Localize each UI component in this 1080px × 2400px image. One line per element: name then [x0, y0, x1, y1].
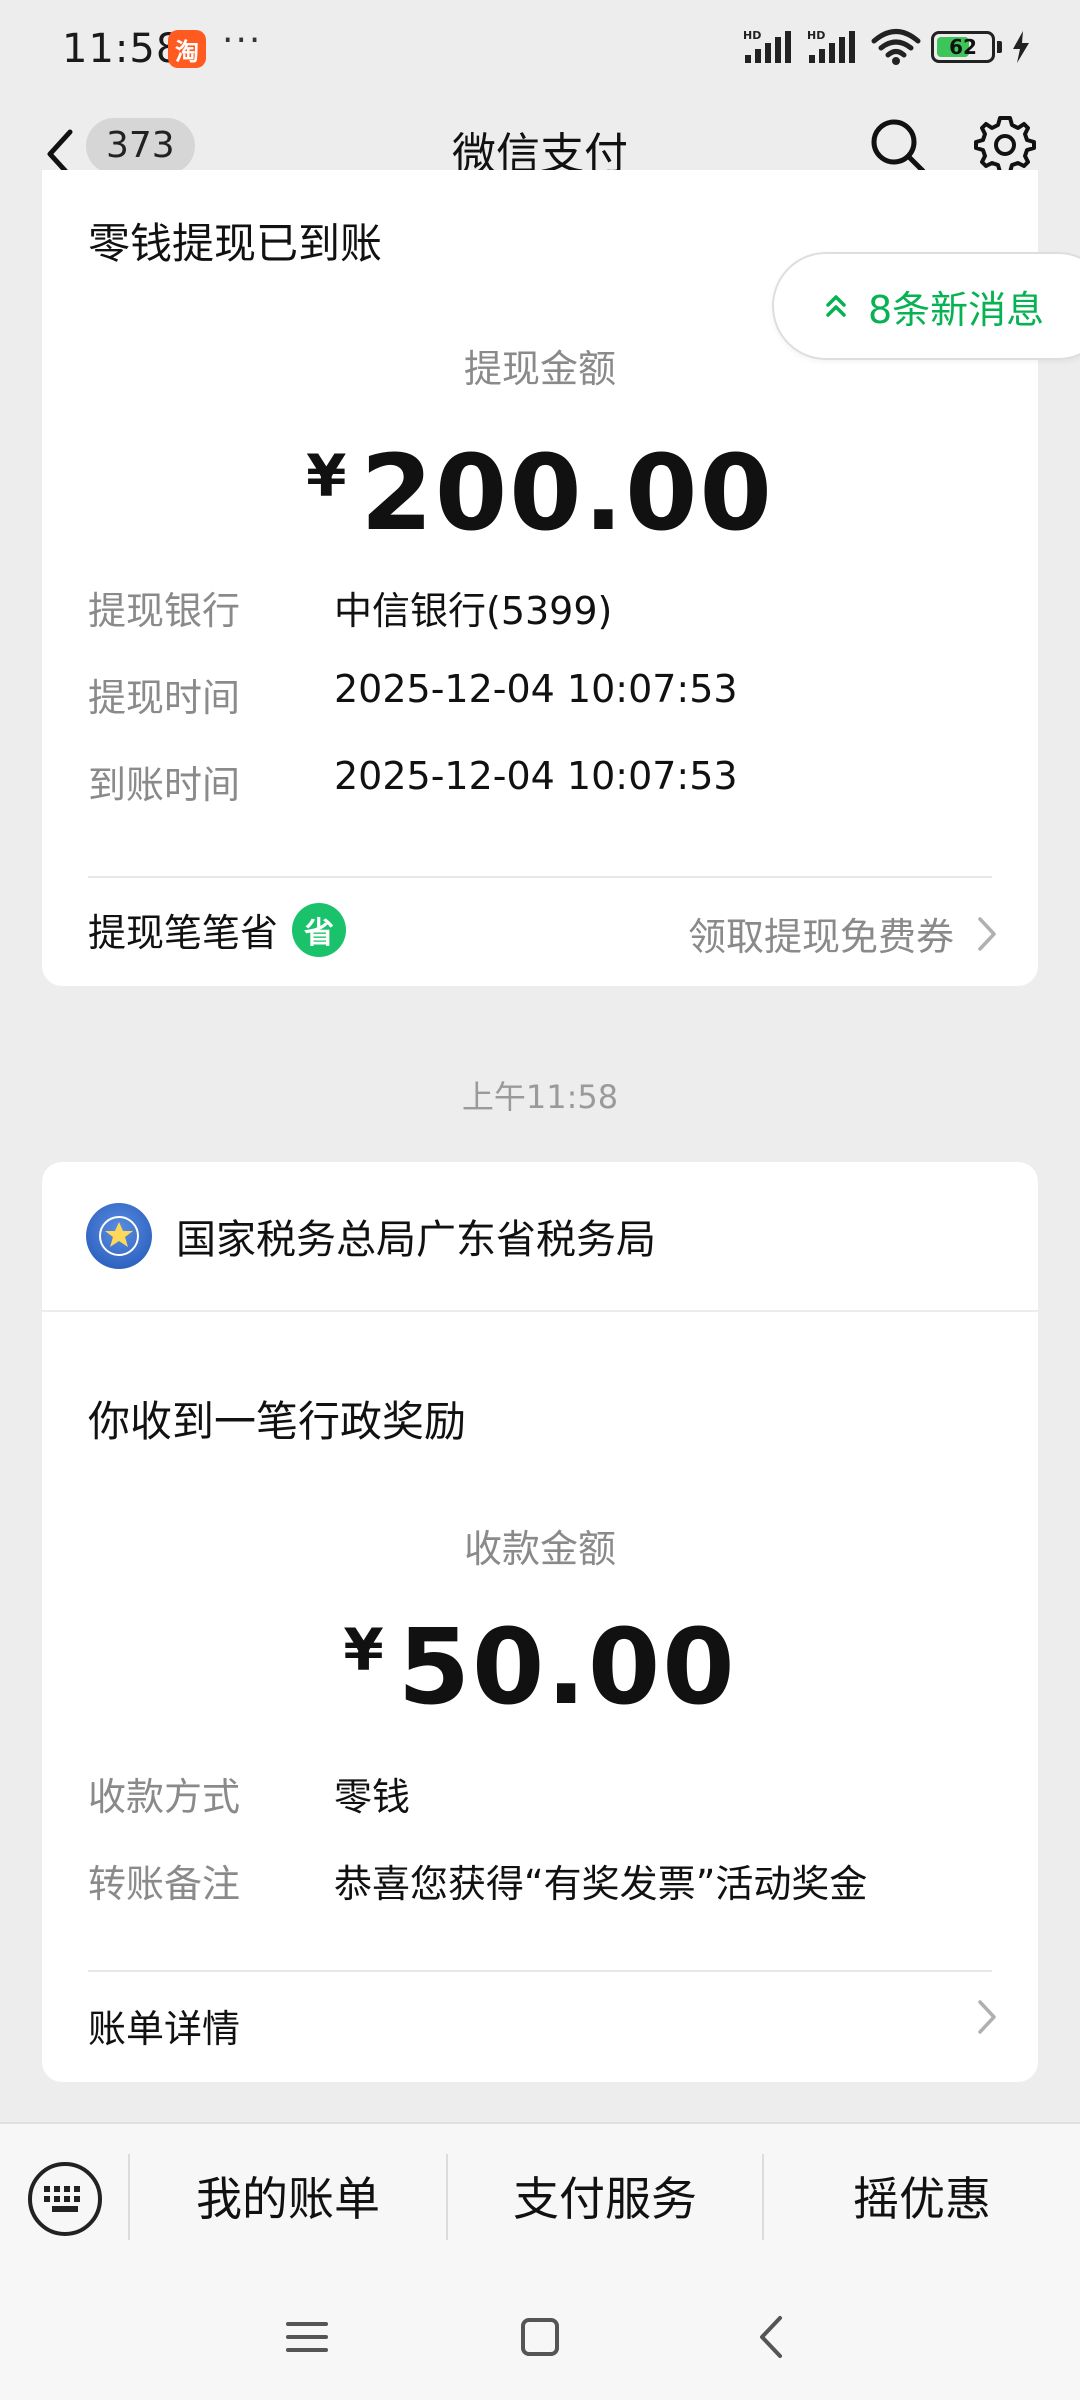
- bill-details-link[interactable]: 账单详情: [88, 1998, 240, 2053]
- info-key: 提现银行: [88, 589, 241, 633]
- divider: [88, 876, 992, 878]
- menu-payment-services[interactable]: 支付服务: [448, 2124, 762, 2274]
- sender-row[interactable]: 国家税务总局广东省税务局: [42, 1162, 1038, 1312]
- divider: [88, 1970, 992, 1972]
- search-icon[interactable]: [868, 116, 928, 176]
- taobao-app-icon: 淘: [168, 30, 206, 68]
- double-chevron-up-icon: [826, 295, 846, 317]
- info-value: 恭喜您获得“有奖发票”活动奖金: [334, 1862, 868, 1906]
- new-messages-text: 8条新消息: [868, 287, 1045, 332]
- hd-label-1: HD: [743, 29, 761, 42]
- info-key: 提现时间: [88, 676, 241, 720]
- recent-apps-icon[interactable]: [282, 2312, 332, 2362]
- info-key: 转账备注: [88, 1862, 241, 1906]
- info-key: 收款方式: [88, 1775, 241, 1819]
- tax-bureau-avatar: [86, 1203, 152, 1269]
- amount-value: ¥200.00: [42, 432, 1038, 554]
- currency-symbol: ¥: [306, 442, 347, 510]
- bottom-menu: 我的账单 支付服务 摇优惠: [0, 2122, 1080, 2272]
- info-value: 零钱: [334, 1775, 411, 1819]
- menu-shake-deals[interactable]: 摇优惠: [764, 2124, 1080, 2274]
- chevron-right-icon: [978, 2000, 996, 2034]
- sender-name: 国家税务总局广东省税务局: [176, 1217, 656, 1263]
- system-back-icon[interactable]: [748, 2312, 798, 2362]
- hd-label-2: HD: [807, 29, 825, 42]
- card-heading: 你收到一笔行政奖励: [88, 1397, 467, 1446]
- status-time: 11:58: [62, 26, 183, 72]
- gear-icon[interactable]: [972, 112, 1038, 178]
- battery-tip: [997, 41, 1002, 53]
- wifi-icon: [871, 29, 921, 65]
- claim-coupon-text: 领取提现免费券: [687, 915, 954, 959]
- bill-details-text: 账单详情: [88, 2007, 241, 2051]
- card-heading: 零钱提现已到账: [88, 219, 383, 268]
- battery-level: 62: [949, 35, 977, 59]
- info-row: 转账备注 恭喜您获得“有奖发票”活动奖金: [88, 1853, 988, 1908]
- info-key: 到账时间: [88, 763, 241, 807]
- message-timestamp: 上午11:58: [461, 1078, 619, 1116]
- home-icon[interactable]: [515, 2312, 565, 2362]
- info-row: 到账时间 2025-12-04 10:07:53: [88, 754, 988, 809]
- fee-saver-text: 提现笔笔省: [88, 911, 279, 955]
- chevron-right-icon: [978, 916, 996, 951]
- wechat-pay-screen: 11:58 淘 ··· HD HD 62 373 微信支付 零钱提现已到账 提现…: [0, 0, 1080, 2400]
- status-bar: 11:58 淘 ··· HD HD 62: [0, 0, 1080, 96]
- menu-my-bills[interactable]: 我的账单: [130, 2124, 446, 2274]
- more-notifications-icon: ···: [222, 20, 263, 61]
- signal-hd-icon: HD: [743, 29, 791, 63]
- system-navigation-bar: [0, 2272, 1080, 2400]
- bill-details-chevron[interactable]: [976, 1998, 998, 2036]
- info-row: 收款方式 零钱: [88, 1766, 988, 1821]
- info-row: 提现银行 中信银行(5399): [88, 580, 988, 635]
- claim-coupon-link[interactable]: 领取提现免费券: [688, 906, 998, 961]
- amount-label: 收款金额: [463, 1527, 616, 1571]
- amount-number: 50.00: [397, 1606, 737, 1728]
- info-value: 2025-12-04 10:07:53: [334, 667, 738, 711]
- info-value: 中信银行(5399): [334, 589, 613, 633]
- fee-saver-label: 提现笔笔省 省: [88, 902, 347, 957]
- save-badge-icon: 省: [292, 902, 347, 957]
- status-indicators: HD HD 62: [743, 28, 1030, 66]
- battery-icon: 62: [931, 31, 995, 63]
- amount-number: 200.00: [360, 432, 774, 554]
- reward-card[interactable]: 国家税务总局广东省税务局 你收到一笔行政奖励 收款金额 ¥50.00 收款方式 …: [42, 1162, 1038, 2082]
- tax-emblem-icon: [99, 1216, 139, 1256]
- currency-symbol: ¥: [343, 1616, 384, 1684]
- amount-value: ¥50.00: [42, 1606, 1038, 1728]
- new-messages-button[interactable]: 8条新消息: [772, 252, 1080, 360]
- charging-icon: [1013, 31, 1029, 63]
- keyboard-icon: [44, 2186, 80, 2212]
- info-row: 提现时间 2025-12-04 10:07:53: [88, 667, 988, 722]
- keyboard-toggle-button[interactable]: [28, 2162, 102, 2236]
- info-value: 2025-12-04 10:07:53: [334, 754, 738, 798]
- unread-count-badge[interactable]: 373: [86, 118, 195, 174]
- signal-hd-icon-2: HD: [807, 29, 855, 63]
